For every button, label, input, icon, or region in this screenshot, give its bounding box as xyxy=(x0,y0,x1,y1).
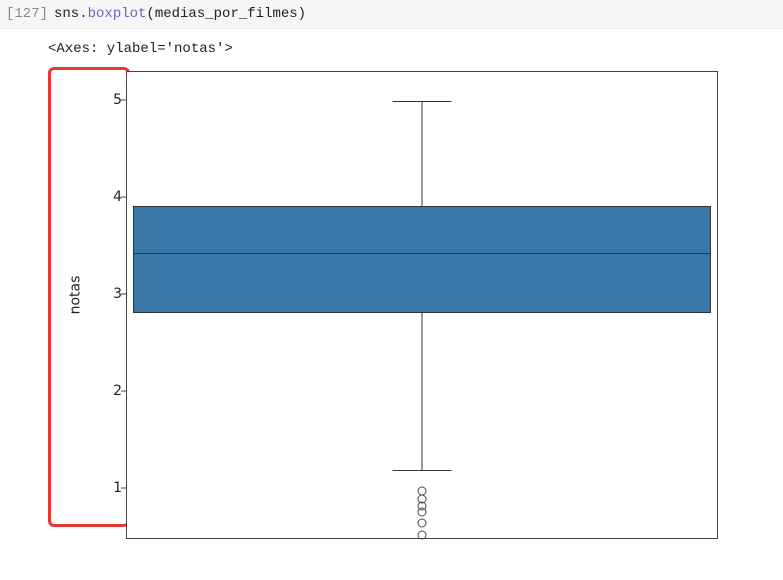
y-tick-label: 5 xyxy=(102,92,122,108)
whisker-lower xyxy=(422,313,423,470)
median-line xyxy=(133,253,711,254)
box-rect xyxy=(133,206,711,313)
output-repr-text: <Axes: ylabel='notas'> xyxy=(48,39,783,59)
code-token-open-paren: ( xyxy=(146,6,154,22)
y-tick-label: 2 xyxy=(102,383,122,399)
y-tick-label: 3 xyxy=(102,286,122,302)
y-tick-label: 1 xyxy=(102,480,122,496)
code-token-arg: medias_por_filmes xyxy=(155,6,298,22)
y-tick-label: 4 xyxy=(102,189,122,205)
outlier-point xyxy=(418,531,427,540)
code-token-func: boxplot xyxy=(88,6,147,22)
code-row: [127] sns.boxplot(medias_por_filmes) xyxy=(0,0,783,29)
output-row: <Axes: ylabel='notas'> notas 1 2 3 4 5 xyxy=(0,29,783,555)
outlier-point xyxy=(418,507,427,516)
outlier-point xyxy=(418,519,427,528)
chart-container: notas 1 2 3 4 5 xyxy=(48,65,738,555)
code-token-module: sns. xyxy=(54,6,88,22)
code-token-close-paren: ) xyxy=(298,6,306,22)
output-area: <Axes: ylabel='notas'> notas 1 2 3 4 5 xyxy=(48,39,783,555)
whisker-upper xyxy=(422,101,423,206)
y-axis-label: notas xyxy=(67,276,83,315)
code-input[interactable]: sns.boxplot(medias_por_filmes) xyxy=(54,4,783,24)
whisker-cap-upper xyxy=(393,101,452,102)
notebook-cell: [127] sns.boxplot(medias_por_filmes) <Ax… xyxy=(0,0,783,555)
plot-frame xyxy=(126,71,718,539)
execution-count: [127] xyxy=(0,4,54,24)
whisker-cap-lower xyxy=(393,470,452,471)
